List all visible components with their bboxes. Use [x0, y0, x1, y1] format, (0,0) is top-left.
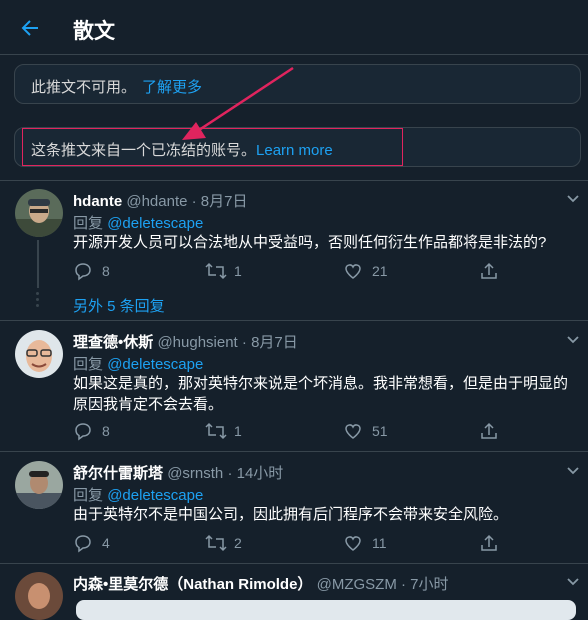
- tweet-text: 由于英特尔不是中国公司，因此拥有后门程序不会带来安全风险。: [73, 506, 509, 523]
- retweet-icon: [205, 262, 227, 280]
- retweet-action[interactable]: 1: [205, 261, 265, 281]
- top-bar: 散文: [0, 0, 588, 55]
- share-action[interactable]: [479, 533, 501, 553]
- mention-link[interactable]: @deletescape: [107, 487, 203, 504]
- avatar[interactable]: [15, 572, 63, 620]
- tweet-divider: [0, 451, 588, 452]
- chevron-down-icon[interactable]: [566, 335, 580, 345]
- learn-more-link[interactable]: 了解更多: [142, 79, 202, 96]
- avatar[interactable]: [15, 330, 63, 378]
- heart-icon: [345, 536, 361, 551]
- tweet-author[interactable]: 内森•里莫尔德（Nathan Rimolde） @MZGSZM · 7小时: [73, 573, 449, 594]
- avatar[interactable]: [15, 461, 63, 509]
- retweet-action[interactable]: 1: [205, 421, 265, 441]
- retweet-icon: [205, 534, 227, 552]
- tweet-author[interactable]: 舒尔什雷斯塔 @srnsth · 14小时: [73, 462, 283, 483]
- tweet-author[interactable]: hdante @hdante · 8月7日: [73, 190, 247, 211]
- share-action[interactable]: [479, 421, 501, 441]
- retweet-action[interactable]: 2: [205, 533, 265, 553]
- share-icon: [481, 262, 497, 279]
- like-action[interactable]: 51: [343, 421, 403, 441]
- reply-context: 回复 @deletescape: [73, 487, 204, 504]
- reply-action[interactable]: 4: [73, 533, 133, 553]
- heart-icon: [345, 264, 361, 279]
- reply-action[interactable]: 8: [73, 421, 133, 441]
- like-action[interactable]: 21: [343, 261, 403, 281]
- chevron-down-icon[interactable]: [566, 466, 580, 476]
- show-more-replies-link[interactable]: 另外 5 条回复: [73, 295, 165, 316]
- tweet-text: 如果这是真的，那对英特尔来说是个坏消息。我非常想看，但是由于明显的原因我肯定不会…: [73, 375, 569, 413]
- avatar[interactable]: [15, 189, 63, 237]
- reply-icon: [75, 263, 91, 281]
- reply-action[interactable]: 8: [73, 261, 133, 281]
- tweet-text: 开源开发人员可以合法地从中受益吗，否则任何衍生作品都将是非法的?: [73, 234, 547, 251]
- notice-text: 此推文不可用。: [31, 79, 137, 96]
- chevron-down-icon[interactable]: [566, 577, 580, 587]
- back-arrow-icon[interactable]: [18, 16, 42, 40]
- thread-dots: [36, 292, 40, 310]
- annotation-highlight-box: [22, 128, 403, 166]
- reply-icon: [75, 535, 91, 553]
- heart-icon: [345, 424, 361, 439]
- reply-icon: [75, 423, 91, 441]
- mention-link[interactable]: @deletescape: [107, 356, 203, 373]
- retweet-icon: [205, 422, 227, 440]
- reply-context: 回复 @deletescape: [73, 215, 204, 232]
- media-preview[interactable]: [76, 600, 576, 620]
- like-action[interactable]: 11: [343, 533, 403, 553]
- chevron-down-icon[interactable]: [566, 194, 580, 204]
- unavailable-notice: 此推文不可用。 了解更多: [14, 64, 581, 104]
- section-divider: [0, 180, 588, 181]
- tweet-author[interactable]: 理查德•休斯 @hughsient · 8月7日: [73, 331, 298, 352]
- share-action[interactable]: [479, 261, 501, 281]
- thread-line: [37, 240, 39, 288]
- mention-link[interactable]: @deletescape: [107, 215, 203, 232]
- page-title: 散文: [73, 20, 115, 43]
- reply-context: 回复 @deletescape: [73, 356, 204, 373]
- share-icon: [481, 534, 497, 551]
- tweet-divider: [0, 563, 588, 564]
- tweet-divider: [0, 320, 588, 321]
- share-icon: [481, 422, 497, 439]
